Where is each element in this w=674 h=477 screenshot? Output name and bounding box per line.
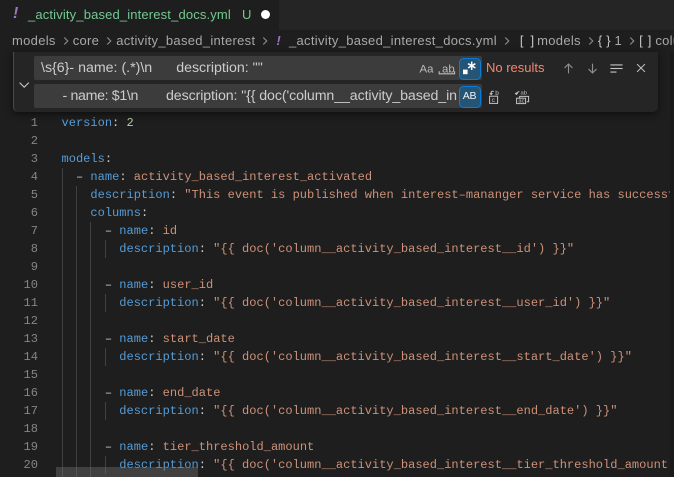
svg-text:b: b xyxy=(495,90,499,97)
svg-text:ab: ab xyxy=(521,91,527,97)
svg-text:Aa: Aa xyxy=(420,63,435,75)
svg-text:ac: ac xyxy=(518,99,524,105)
svg-text:c: c xyxy=(492,97,496,104)
